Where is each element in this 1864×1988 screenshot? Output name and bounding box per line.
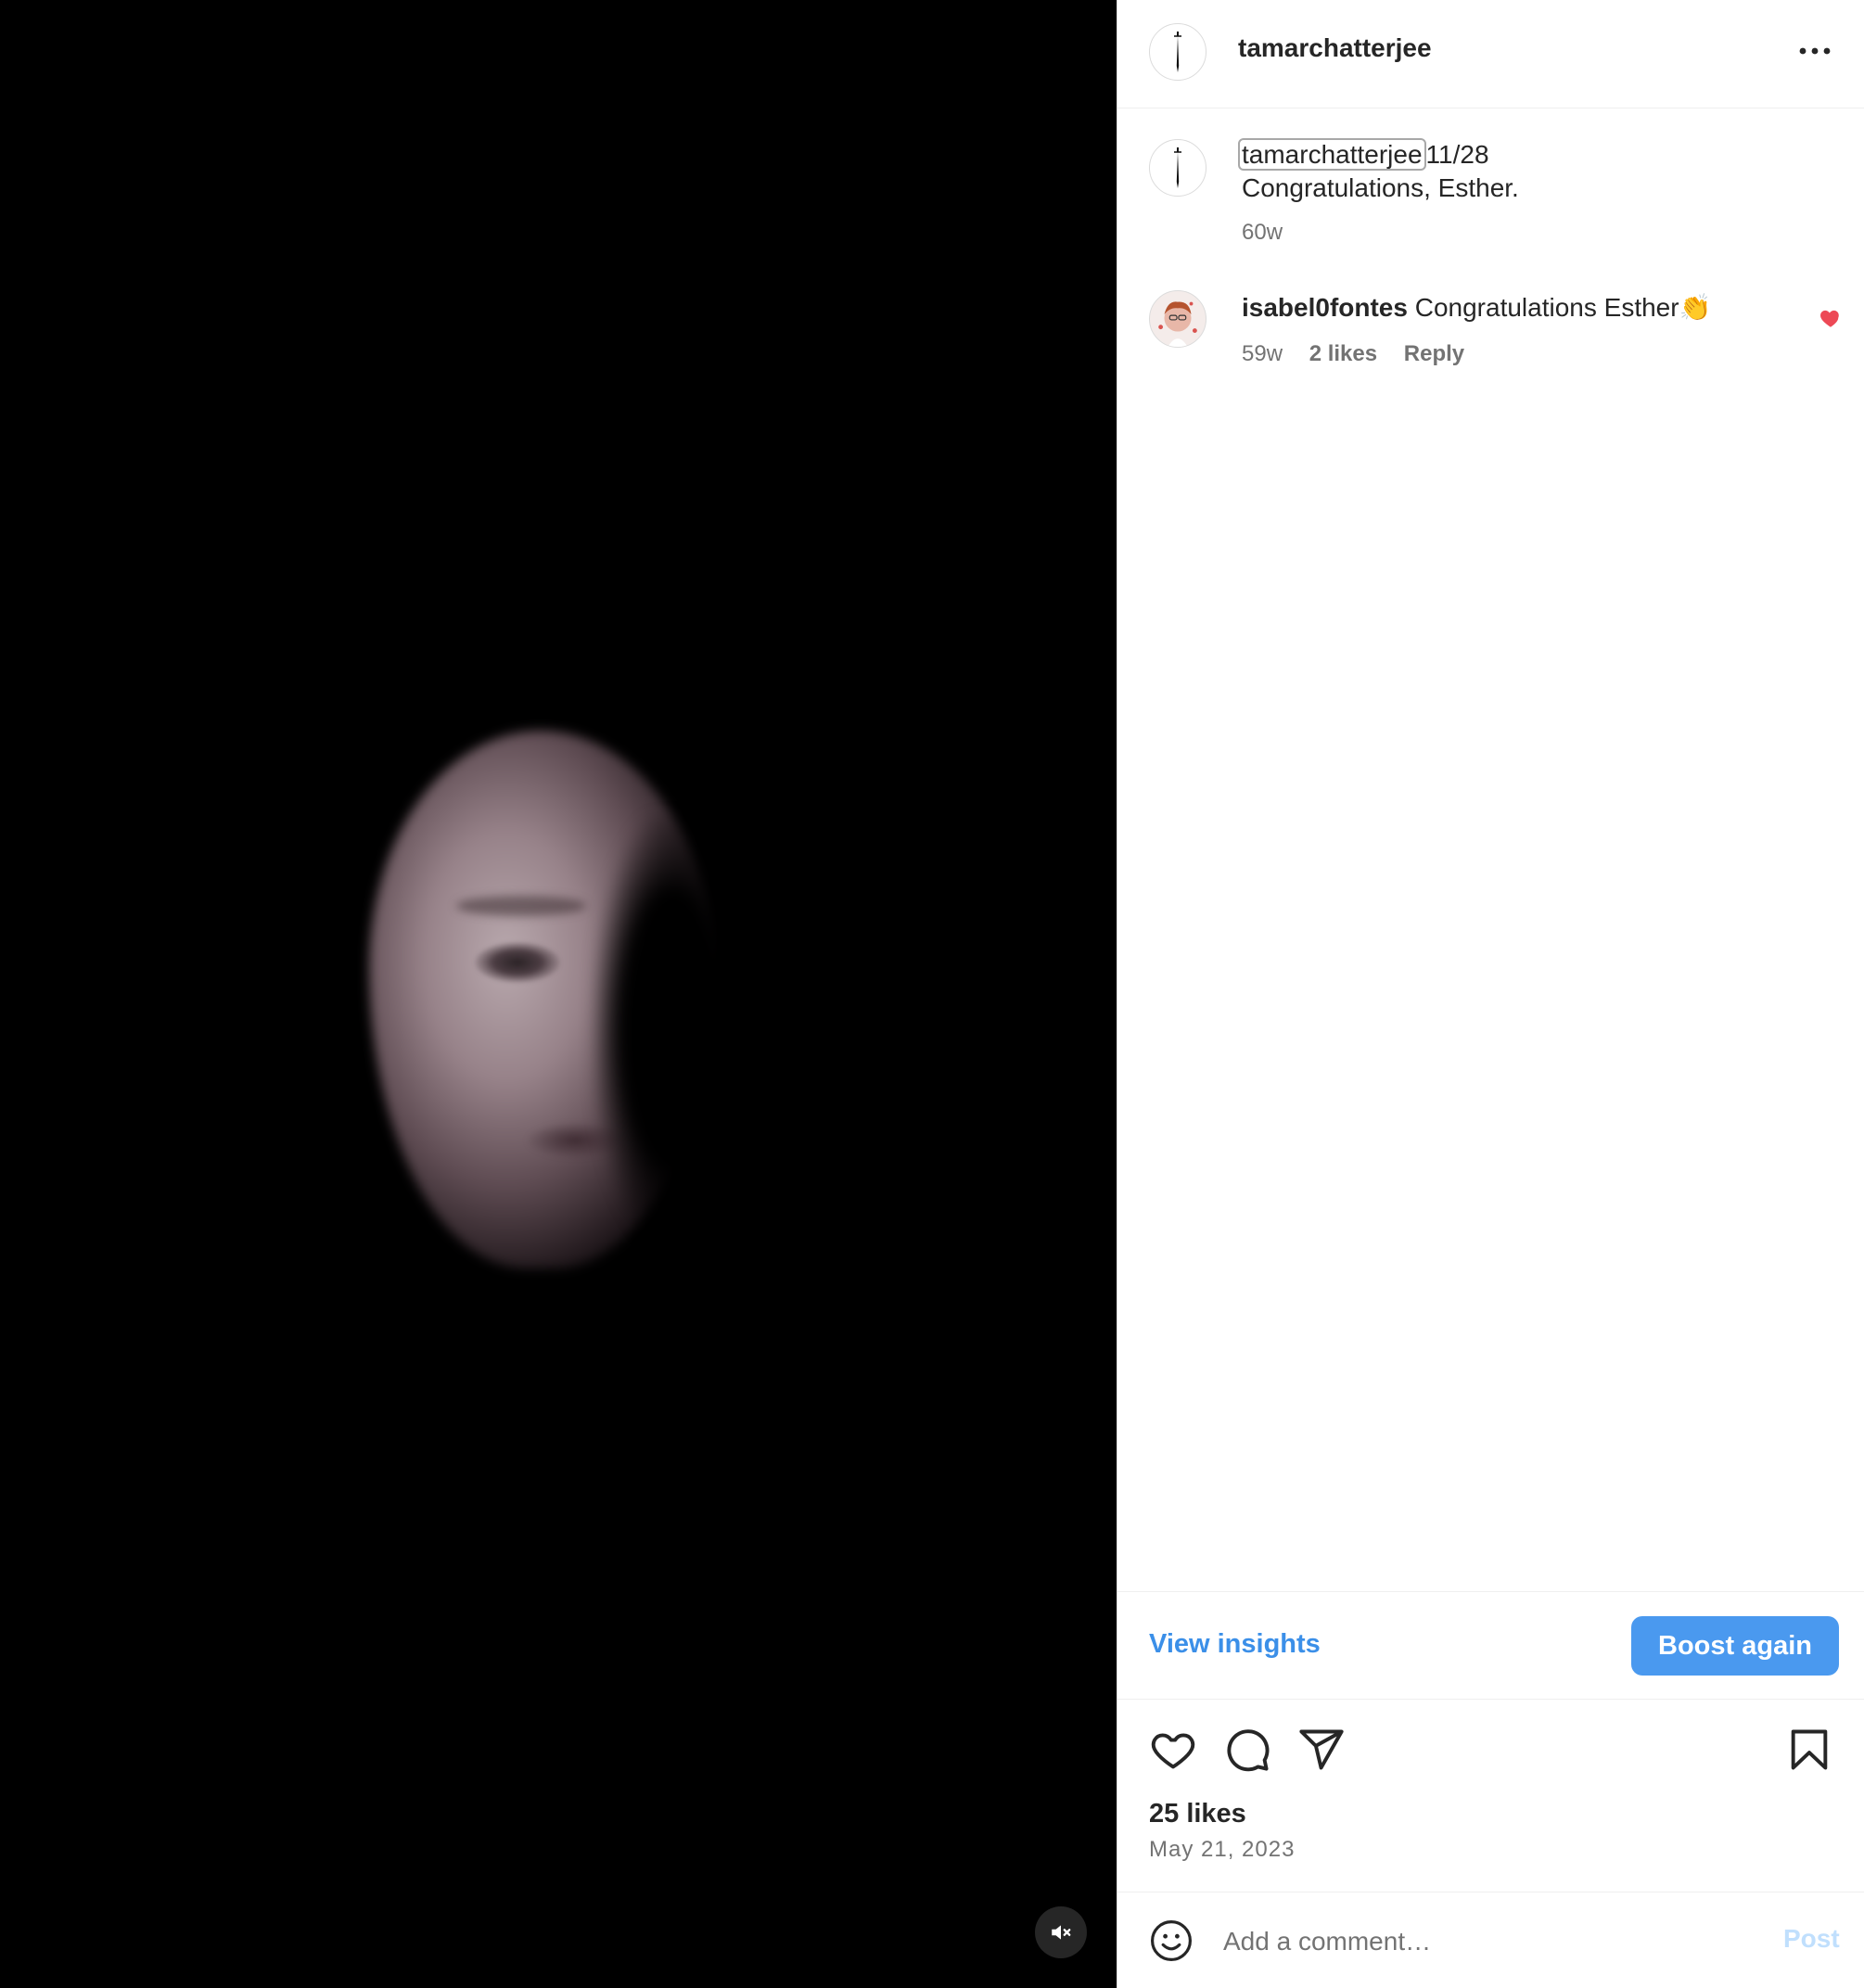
caption-time: 60w xyxy=(1242,220,1283,245)
likes-count[interactable]: 25 likes xyxy=(1149,1799,1246,1829)
dagger-logo-icon xyxy=(1174,32,1181,72)
more-horizontal-icon xyxy=(1799,47,1831,55)
portrait-eye xyxy=(475,942,560,983)
caption-item: tamarchatterjee 11/28 Congratulations, Es… xyxy=(1117,108,1864,257)
user-photo-icon xyxy=(1158,301,1197,347)
comment-avatar[interactable] xyxy=(1149,290,1206,348)
caption-line1: 11/28 xyxy=(1425,140,1489,169)
comment-input[interactable] xyxy=(1221,1920,1707,1963)
mute-button[interactable] xyxy=(1035,1906,1087,1958)
header-username[interactable]: tamarchatterjee xyxy=(1238,33,1432,63)
post-comment-button[interactable]: Post xyxy=(1783,1924,1840,1954)
bookmark-icon[interactable] xyxy=(1785,1726,1833,1774)
post-actions: 25 likes May 21, 2023 xyxy=(1117,1699,1864,1892)
heart-filled-icon xyxy=(1820,310,1839,327)
header-avatar[interactable] xyxy=(1149,23,1206,81)
caption-avatar[interactable] xyxy=(1149,139,1206,197)
share-icon[interactable] xyxy=(1297,1726,1346,1774)
emoji-icon[interactable] xyxy=(1149,1918,1194,1963)
comment-like-button[interactable] xyxy=(1819,306,1845,332)
comment-meta: 59w 2 likes Reply xyxy=(1242,341,1464,367)
post-video[interactable] xyxy=(0,0,1117,1988)
comment-text: Congratulations Esther👏 xyxy=(1414,293,1712,322)
speaker-muted-icon xyxy=(1052,1925,1071,1940)
caption-line2: Congratulations, Esther. xyxy=(1242,173,1519,202)
add-comment-bar: Post xyxy=(1117,1892,1864,1988)
caption-username[interactable]: tamarchatterjee xyxy=(1238,138,1426,171)
more-options-button[interactable] xyxy=(1796,35,1833,67)
portrait-shadow xyxy=(594,816,751,1242)
heart-icon[interactable] xyxy=(1149,1726,1197,1774)
boost-bar: View insights Boost again xyxy=(1117,1591,1864,1699)
view-insights-link[interactable]: View insights xyxy=(1149,1629,1321,1660)
dagger-logo-icon xyxy=(1174,147,1181,188)
comment-reply-button[interactable]: Reply xyxy=(1404,341,1464,366)
comment-body: isabel0fontes Congratulations Esther👏 xyxy=(1242,291,1798,325)
portrait-brow xyxy=(456,896,586,916)
boost-again-button[interactable]: Boost again xyxy=(1631,1616,1839,1676)
comment-username[interactable]: isabel0fontes xyxy=(1242,293,1408,322)
comment-likes[interactable]: 2 likes xyxy=(1309,341,1377,366)
post-side-panel: tamarchatterjee tamarchatterjee 11/28 Con… xyxy=(1117,0,1864,1988)
post-date: May 21, 2023 xyxy=(1149,1837,1296,1862)
comment-time: 59w xyxy=(1242,341,1283,366)
post-header: tamarchatterjee xyxy=(1117,0,1864,108)
comment-icon[interactable] xyxy=(1223,1726,1271,1774)
